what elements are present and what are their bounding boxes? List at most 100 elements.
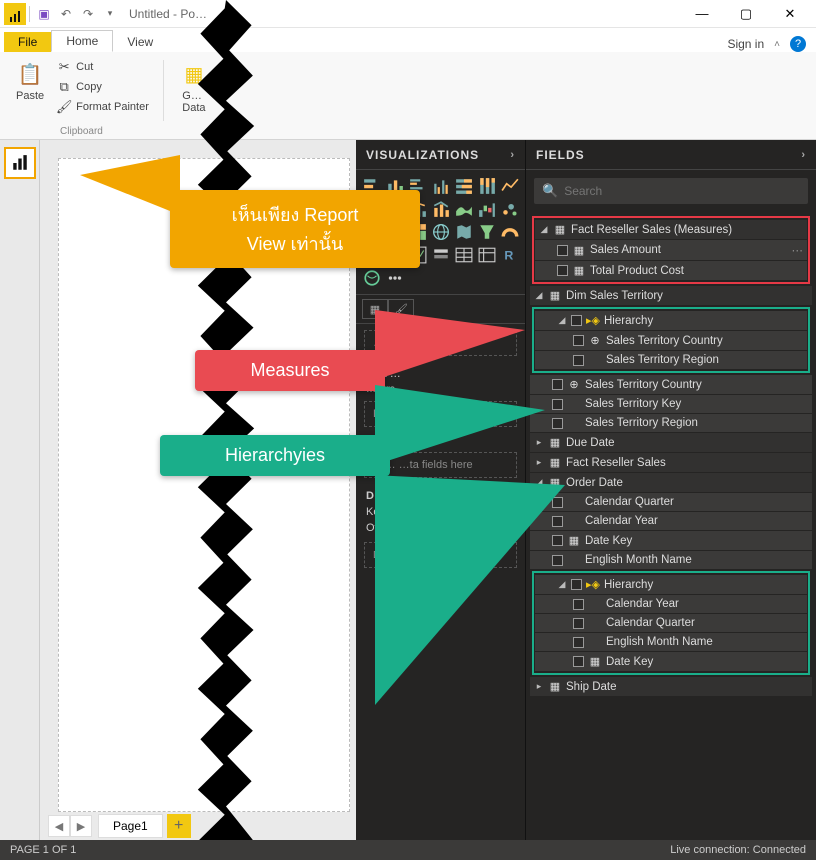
checkbox[interactable] bbox=[557, 265, 568, 276]
checkbox[interactable] bbox=[573, 355, 584, 366]
format-painter-button[interactable]: 🖌Format Painter bbox=[54, 98, 151, 116]
callout-measures: Measures bbox=[195, 350, 385, 391]
funnel-icon[interactable] bbox=[477, 222, 497, 242]
paste-button[interactable]: 📋 Paste bbox=[12, 58, 48, 116]
checkbox[interactable] bbox=[571, 579, 582, 590]
report-view-button[interactable] bbox=[4, 147, 36, 179]
import-visual-icon[interactable] bbox=[385, 268, 405, 288]
checkbox[interactable] bbox=[573, 335, 584, 346]
tab-home[interactable]: Home bbox=[51, 30, 113, 52]
undo-icon[interactable]: ↶ bbox=[55, 3, 77, 25]
ribbon: 📋 Paste ✂Cut ⧉Copy 🖌Format Painter Clipb… bbox=[0, 52, 816, 140]
table-row[interactable]: ◢▦Dim Sales Territory bbox=[530, 286, 812, 305]
table-icon: ▦ bbox=[548, 289, 562, 302]
field-row[interactable]: Calendar Year bbox=[530, 512, 812, 530]
checkbox[interactable] bbox=[552, 399, 563, 410]
checkbox[interactable] bbox=[573, 599, 584, 610]
field-row[interactable]: Sales Territory Key bbox=[530, 395, 812, 413]
redo-icon[interactable]: ↷ bbox=[77, 3, 99, 25]
waterfall-icon[interactable] bbox=[477, 199, 497, 219]
app-logo-icon bbox=[4, 3, 26, 25]
field-row[interactable]: English Month Name bbox=[535, 633, 807, 651]
line-chart-icon[interactable] bbox=[500, 176, 520, 196]
scissors-icon: ✂ bbox=[56, 59, 72, 75]
fields-search[interactable]: 🔍 bbox=[534, 178, 808, 204]
svg-text:R: R bbox=[504, 249, 513, 263]
field-row[interactable]: ⊕Sales Territory Country bbox=[530, 375, 812, 394]
help-icon[interactable]: ? bbox=[790, 36, 806, 52]
collapse-ribbon-icon[interactable]: ˄ bbox=[774, 39, 780, 50]
field-row[interactable]: Calendar Quarter bbox=[535, 614, 807, 632]
hierarchy-row[interactable]: ◢▸◈Hierarchy bbox=[535, 311, 807, 330]
tab-view[interactable]: View bbox=[113, 32, 167, 52]
checkbox[interactable] bbox=[573, 637, 584, 648]
field-row[interactable]: Sales Territory Region bbox=[530, 414, 812, 432]
field-row[interactable]: ▦Total Product Cost bbox=[535, 261, 807, 280]
table-row[interactable]: ▸▦Ship Date bbox=[530, 677, 812, 696]
ribbon-chart-icon[interactable] bbox=[454, 199, 474, 219]
quick-access-toolbar: ▣ ↶ ↷ ▾ bbox=[4, 3, 121, 25]
stacked-column-100-icon[interactable] bbox=[477, 176, 497, 196]
collapse-panel-icon[interactable]: › bbox=[510, 149, 515, 161]
field-row[interactable]: ▦Date Key bbox=[535, 652, 807, 671]
search-input[interactable] bbox=[564, 184, 800, 198]
table-icon[interactable] bbox=[454, 245, 474, 265]
copy-icon: ⧉ bbox=[56, 79, 72, 95]
maximize-button[interactable]: ▢ bbox=[724, 1, 768, 27]
date-icon: ▦ bbox=[567, 534, 581, 547]
clustered-column-icon[interactable] bbox=[431, 176, 451, 196]
table-row[interactable]: ◢▦Order Date bbox=[530, 473, 812, 492]
hierarchy-highlight-box: ◢▸◈Hierarchy Calendar Year Calendar Quar… bbox=[532, 571, 810, 675]
combo-chart-2-icon[interactable] bbox=[431, 199, 451, 219]
close-button[interactable]: ✕ bbox=[768, 1, 812, 27]
field-row[interactable]: Calendar Quarter bbox=[530, 493, 812, 511]
save-icon[interactable]: ▣ bbox=[33, 3, 55, 25]
stacked-bar-100-icon[interactable] bbox=[454, 176, 474, 196]
r-visual-icon[interactable]: R bbox=[500, 245, 520, 265]
ribbon-group-clipboard: 📋 Paste ✂Cut ⧉Copy 🖌Format Painter Clipb… bbox=[6, 56, 157, 139]
checkbox[interactable] bbox=[573, 618, 584, 629]
field-row[interactable]: ⊕Sales Territory Country bbox=[535, 331, 807, 350]
fields-panel: FIELDS › 🔍 ◢▦Fact Reseller Sales (Measur… bbox=[526, 140, 816, 840]
page-tab-1[interactable]: Page1 bbox=[98, 814, 163, 838]
collapse-panel-icon[interactable]: › bbox=[801, 149, 806, 161]
hierarchy-row[interactable]: ◢▸◈Hierarchy bbox=[535, 575, 807, 594]
checkbox[interactable] bbox=[552, 418, 563, 429]
minimize-button[interactable]: ― bbox=[680, 1, 724, 27]
slicer-icon[interactable] bbox=[431, 245, 451, 265]
checkbox[interactable] bbox=[552, 379, 563, 390]
table-row[interactable]: ▸▦Due Date bbox=[530, 433, 812, 452]
qat-more-icon[interactable]: ▾ bbox=[99, 3, 121, 25]
field-row[interactable]: ▦Date Key bbox=[530, 531, 812, 550]
table-row[interactable]: ▸▦Fact Reseller Sales bbox=[530, 453, 812, 472]
page-next-button[interactable]: ▶ bbox=[70, 815, 92, 837]
clipboard-icon: 📋 bbox=[16, 60, 44, 88]
hierarchy-highlight-box: ◢▸◈Hierarchy ⊕Sales Territory Country Sa… bbox=[532, 307, 810, 373]
field-row[interactable]: Calendar Year bbox=[535, 595, 807, 613]
table-row[interactable]: ◢▦Fact Reseller Sales (Measures) bbox=[535, 220, 807, 239]
copy-button[interactable]: ⧉Copy bbox=[54, 78, 151, 96]
filled-map-icon[interactable] bbox=[454, 222, 474, 242]
matrix-icon[interactable] bbox=[477, 245, 497, 265]
status-page-count: PAGE 1 OF 1 bbox=[10, 844, 76, 856]
field-row[interactable]: Sales Territory Region bbox=[535, 351, 807, 369]
page-prev-button[interactable]: ◀ bbox=[48, 815, 70, 837]
scatter-icon[interactable] bbox=[500, 199, 520, 219]
cut-button[interactable]: ✂Cut bbox=[54, 58, 151, 76]
field-row[interactable]: ▦Sales Amount⋯ bbox=[535, 240, 807, 260]
window-controls: ― ▢ ✕ bbox=[680, 1, 812, 27]
sign-in-link[interactable]: Sign in bbox=[727, 37, 764, 51]
arcgis-icon[interactable] bbox=[362, 268, 382, 288]
map-icon[interactable] bbox=[431, 222, 451, 242]
add-page-button[interactable]: + bbox=[167, 814, 191, 838]
measure-icon: ▦ bbox=[572, 244, 586, 257]
measures-highlight-box: ◢▦Fact Reseller Sales (Measures) ▦Sales … bbox=[532, 216, 810, 284]
gauge-icon[interactable] bbox=[500, 222, 520, 242]
checkbox[interactable] bbox=[573, 656, 584, 667]
field-row[interactable]: English Month Name bbox=[530, 551, 812, 569]
brush-icon: 🖌 bbox=[56, 99, 72, 115]
tab-file[interactable]: File bbox=[4, 32, 51, 52]
paste-label: Paste bbox=[16, 90, 44, 102]
checkbox[interactable] bbox=[557, 245, 568, 256]
checkbox[interactable] bbox=[571, 315, 582, 326]
